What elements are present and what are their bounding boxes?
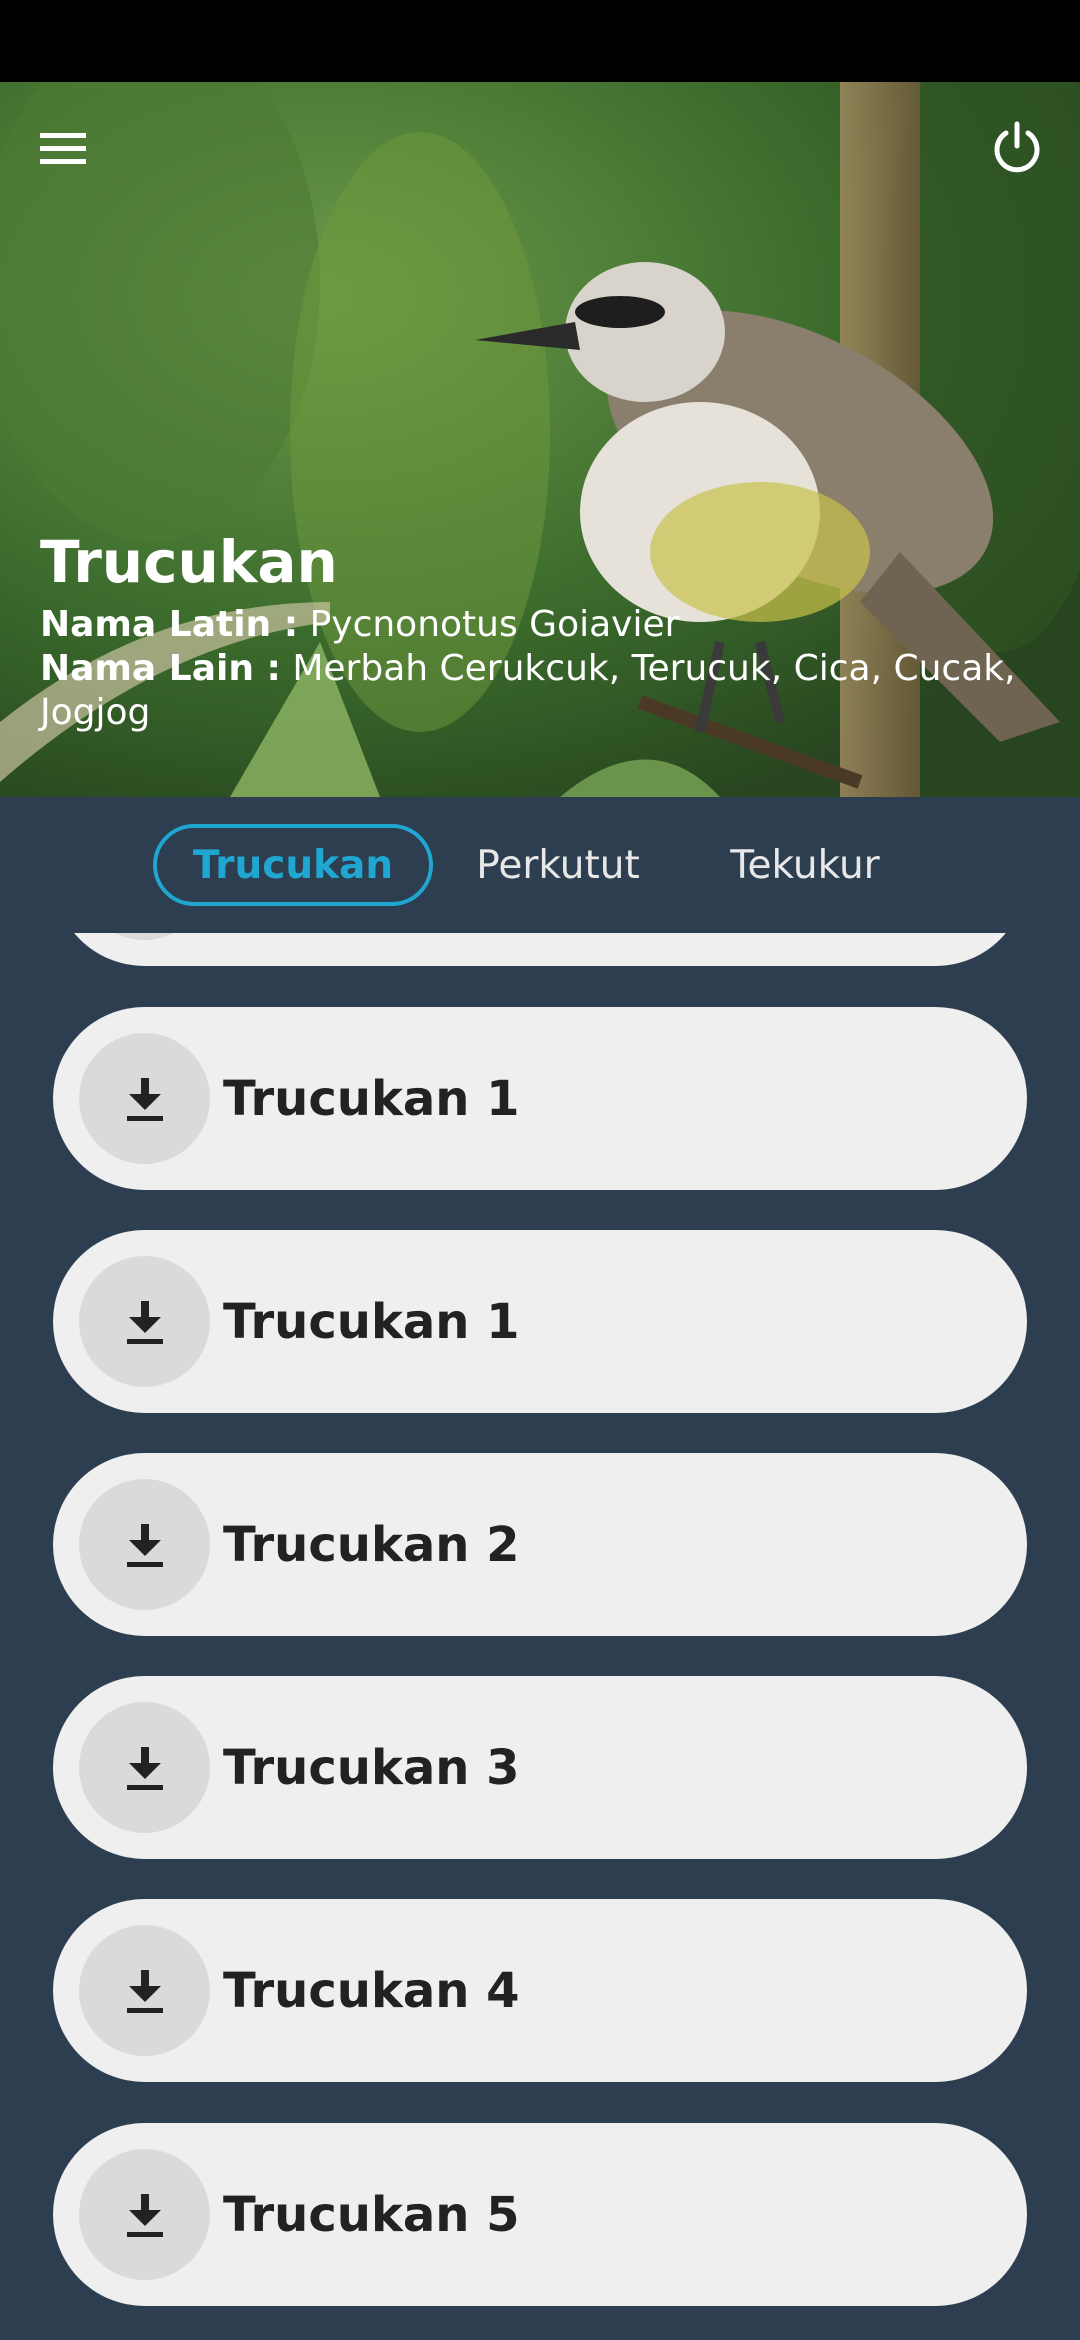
list-item[interactable]: Trucukan 1 [53,1230,1027,1413]
item-label: Trucukan 1 [223,1293,520,1350]
power-button[interactable] [972,102,1062,192]
list-item[interactable]: Trucukan 2 [53,1453,1027,1636]
item-label: Trucukan 3 [223,1739,520,1796]
other-names-line: Nama Lain : Merbah Cerukcuk, Terucuk, Ci… [40,647,1040,735]
list-item[interactable] [53,933,1027,966]
hero-banner: Trucukan Nama Latin : Pycnonotus Goiavie… [0,82,1080,797]
page-title: Trucukan [40,528,338,596]
status-bar [0,0,1080,82]
item-label: Trucukan 5 [223,2186,520,2243]
hamburger-menu-icon [40,133,86,164]
list-item[interactable]: Trucukan 5 [53,2123,1027,2306]
item-label: Trucukan 1 [223,1070,520,1127]
tab-perkutut[interactable]: Perkutut [448,824,668,906]
download-icon [126,1969,163,2013]
power-icon [994,121,1040,173]
list-item[interactable]: Trucukan 1 [53,1007,1027,1190]
bird-info: Trucukan Nama Latin : Pycnonotus Goiavie… [40,527,1040,735]
download-icon [126,2193,163,2237]
download-button[interactable] [79,1256,210,1387]
other-names-label: Nama Lain : [40,648,281,689]
list-item[interactable]: Trucukan 3 [53,1676,1027,1859]
download-button[interactable] [79,1925,210,2056]
menu-button[interactable] [18,104,108,194]
item-label: Trucukan 2 [223,1516,520,1573]
download-icon [126,1523,163,1567]
latin-name-line: Nama Latin : Pycnonotus Goiavier [40,603,1040,647]
download-icon [126,1300,163,1344]
latin-name-value: Pycnonotus Goiavier [309,604,680,645]
bird-tabs: Trucukan Perkutut Tekukur [0,820,1080,915]
sound-list: Trucukan 1 Trucukan 1 Trucukan 2 Trucuka… [0,933,1080,2340]
item-label: Trucukan 4 [223,1962,520,2019]
download-button[interactable] [79,1702,210,1833]
download-button[interactable] [79,1479,210,1610]
download-button[interactable] [79,1033,210,1164]
list-item[interactable]: Trucukan 4 [53,1899,1027,2082]
tab-trucukan[interactable]: Trucukan [153,824,433,906]
download-button[interactable] [79,933,210,940]
tab-tekukur[interactable]: Tekukur [700,824,910,906]
download-icon [126,1746,163,1790]
download-icon [126,1077,163,1121]
download-button[interactable] [79,2149,210,2280]
latin-name-label: Nama Latin : [40,604,299,645]
